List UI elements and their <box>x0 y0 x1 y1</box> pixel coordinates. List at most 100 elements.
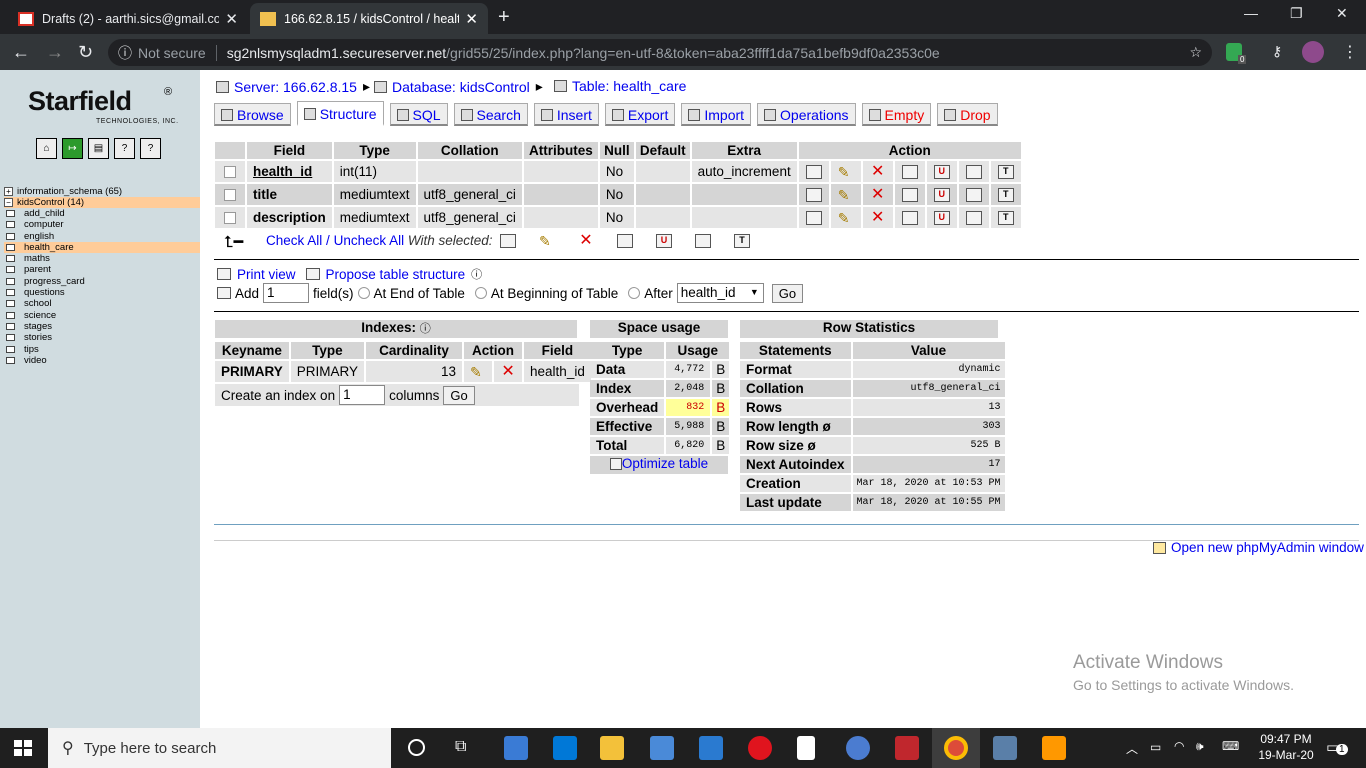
browser-tab-gmail[interactable]: Drafts (2) - aarthi.sics@gmail.com ✕ <box>8 3 248 34</box>
optimize-table-link[interactable]: Optimize table <box>622 456 708 471</box>
drop-index-icon[interactable]: ✕ <box>500 364 516 380</box>
sidebar-table-questions[interactable]: questions <box>4 287 200 298</box>
tab-browse[interactable]: Browse <box>214 103 291 126</box>
edge-icon[interactable] <box>553 736 577 760</box>
close-icon[interactable]: ✕ <box>225 10 238 28</box>
battery-icon[interactable]: ▭ <box>1150 740 1161 754</box>
unique-icon[interactable]: U <box>933 165 950 180</box>
mail-icon[interactable] <box>699 736 723 760</box>
docs-icon[interactable]: ? <box>140 138 161 159</box>
tab-drop[interactable]: Drop <box>937 103 998 126</box>
cortana-icon[interactable] <box>408 739 425 756</box>
tab-import[interactable]: Import <box>681 103 752 126</box>
sidebar-table-tips[interactable]: tips <box>4 344 200 355</box>
sidebar-table-computer[interactable]: computer <box>4 219 200 230</box>
index-icon[interactable] <box>965 211 982 226</box>
edit-index-icon[interactable]: ✎ <box>470 365 486 379</box>
tab-sql[interactable]: SQL <box>389 103 448 126</box>
file-explorer-icon[interactable] <box>600 736 624 760</box>
fulltext-icon[interactable]: T <box>997 211 1014 226</box>
add-go-button[interactable]: Go <box>771 283 804 303</box>
row-checkbox[interactable] <box>224 189 236 202</box>
change-selected-icon[interactable]: ✎ <box>539 234 555 248</box>
filezilla-icon[interactable] <box>895 736 919 760</box>
at-end-radio[interactable] <box>357 287 370 299</box>
db-kidscontrol[interactable]: − kidsControl (14) <box>4 197 200 208</box>
back-icon[interactable]: ← <box>12 42 30 63</box>
exit-icon[interactable]: ↦ <box>62 138 83 159</box>
sidebar-table-health-care[interactable]: health_care <box>4 241 200 254</box>
primary-icon[interactable] <box>901 211 918 226</box>
drop-icon[interactable]: ✕ <box>870 164 886 180</box>
new-tab-icon[interactable]: + <box>498 6 510 29</box>
print-view-link[interactable]: Print view <box>237 267 296 282</box>
fulltext-selected-icon[interactable]: T <box>734 234 750 248</box>
chevron-up-icon[interactable]: ︿ <box>1126 740 1138 757</box>
primary-selected-icon[interactable] <box>617 234 633 248</box>
breadcrumb-table[interactable]: Table: health_care <box>554 78 686 94</box>
restore-icon[interactable]: ❐ <box>1290 5 1303 22</box>
remote-desktop-icon[interactable] <box>993 736 1017 760</box>
key-icon[interactable]: ⚷ <box>1272 43 1282 60</box>
sidebar-table-stages[interactable]: stages <box>4 321 200 332</box>
browser-tab-phpmyadmin[interactable]: 166.62.8.15 / kidsControl / health_care … <box>250 3 488 34</box>
breadcrumb-database[interactable]: Database: kidsControl ▸ <box>374 78 543 95</box>
browse-icon[interactable] <box>805 165 822 180</box>
store-icon[interactable] <box>650 736 674 760</box>
tab-operations[interactable]: Operations <box>757 103 856 126</box>
primary-icon[interactable] <box>901 165 918 180</box>
fulltext-icon[interactable]: T <box>997 165 1014 180</box>
after-field-select[interactable]: health_id ▼ <box>676 283 764 303</box>
index-selected-icon[interactable] <box>695 234 711 248</box>
open-new-window-link[interactable]: Open new phpMyAdmin window <box>1171 540 1364 555</box>
sidebar-table-maths[interactable]: maths <box>4 253 200 264</box>
db-information-schema[interactable]: + information_schema (65) <box>4 186 200 197</box>
change-icon[interactable]: ✎ <box>838 165 854 179</box>
notepad-icon[interactable] <box>797 736 815 760</box>
chrome-icon[interactable] <box>944 736 968 760</box>
create-index-go-button[interactable]: Go <box>443 385 475 405</box>
check-all-link[interactable]: Check All <box>266 233 322 248</box>
help-icon[interactable]: ⓘ <box>471 266 482 282</box>
reload-icon[interactable]: ↻ <box>78 42 93 63</box>
volume-icon[interactable]: 🕪 <box>1196 739 1204 754</box>
sql-query-icon[interactable]: ▤ <box>88 138 109 159</box>
wifi-icon[interactable]: ◠ <box>1174 739 1184 753</box>
sidebar-table-stories[interactable]: stories <box>4 332 200 343</box>
sidebar-table-video[interactable]: video <box>4 355 200 366</box>
opera-icon[interactable] <box>748 736 772 760</box>
starfield-logo[interactable]: Starfield ® TECHNOLOGIES, INC. <box>12 82 192 128</box>
breadcrumb-server[interactable]: Server: 166.62.8.15 ▸ <box>216 78 370 95</box>
browse-icon[interactable] <box>805 188 822 203</box>
forward-icon[interactable]: → <box>46 42 64 63</box>
close-window-icon[interactable]: ✕ <box>1336 5 1348 22</box>
close-icon[interactable]: ✕ <box>465 10 478 28</box>
at-beginning-radio[interactable] <box>474 287 487 299</box>
help-icon[interactable]: ⓘ <box>420 323 431 335</box>
change-icon[interactable]: ✎ <box>838 188 854 202</box>
tab-structure[interactable]: Structure <box>296 101 384 126</box>
create-index-input[interactable]: 1 <box>339 385 386 405</box>
row-checkbox[interactable] <box>224 166 236 179</box>
sidebar-table-english[interactable]: english <box>4 231 200 242</box>
info-icon[interactable]: ⓘ <box>118 43 132 63</box>
fulltext-icon[interactable]: T <box>997 188 1014 203</box>
sublime-icon[interactable] <box>1042 736 1066 760</box>
unique-selected-icon[interactable]: U <box>656 234 672 248</box>
tab-empty[interactable]: Empty <box>861 103 932 126</box>
row-checkbox[interactable] <box>224 212 236 225</box>
index-icon[interactable] <box>965 188 982 203</box>
unique-icon[interactable]: U <box>933 211 950 226</box>
unique-icon[interactable]: U <box>933 188 950 203</box>
uncheck-all-link[interactable]: Uncheck All <box>334 233 405 248</box>
help-icon[interactable]: ? <box>114 138 135 159</box>
tab-search[interactable]: Search <box>453 103 528 126</box>
sidebar-table-school[interactable]: school <box>4 298 200 309</box>
bookmark-star-icon[interactable]: ☆ <box>1189 44 1202 61</box>
primary-icon[interactable] <box>901 188 918 203</box>
browse-icon[interactable] <box>805 211 822 226</box>
clock[interactable]: 09:47 PM 19-Mar-20 <box>1256 732 1316 762</box>
browser-app-icon[interactable] <box>846 736 870 760</box>
home-icon[interactable]: ⌂ <box>36 138 57 159</box>
change-icon[interactable]: ✎ <box>838 211 854 225</box>
